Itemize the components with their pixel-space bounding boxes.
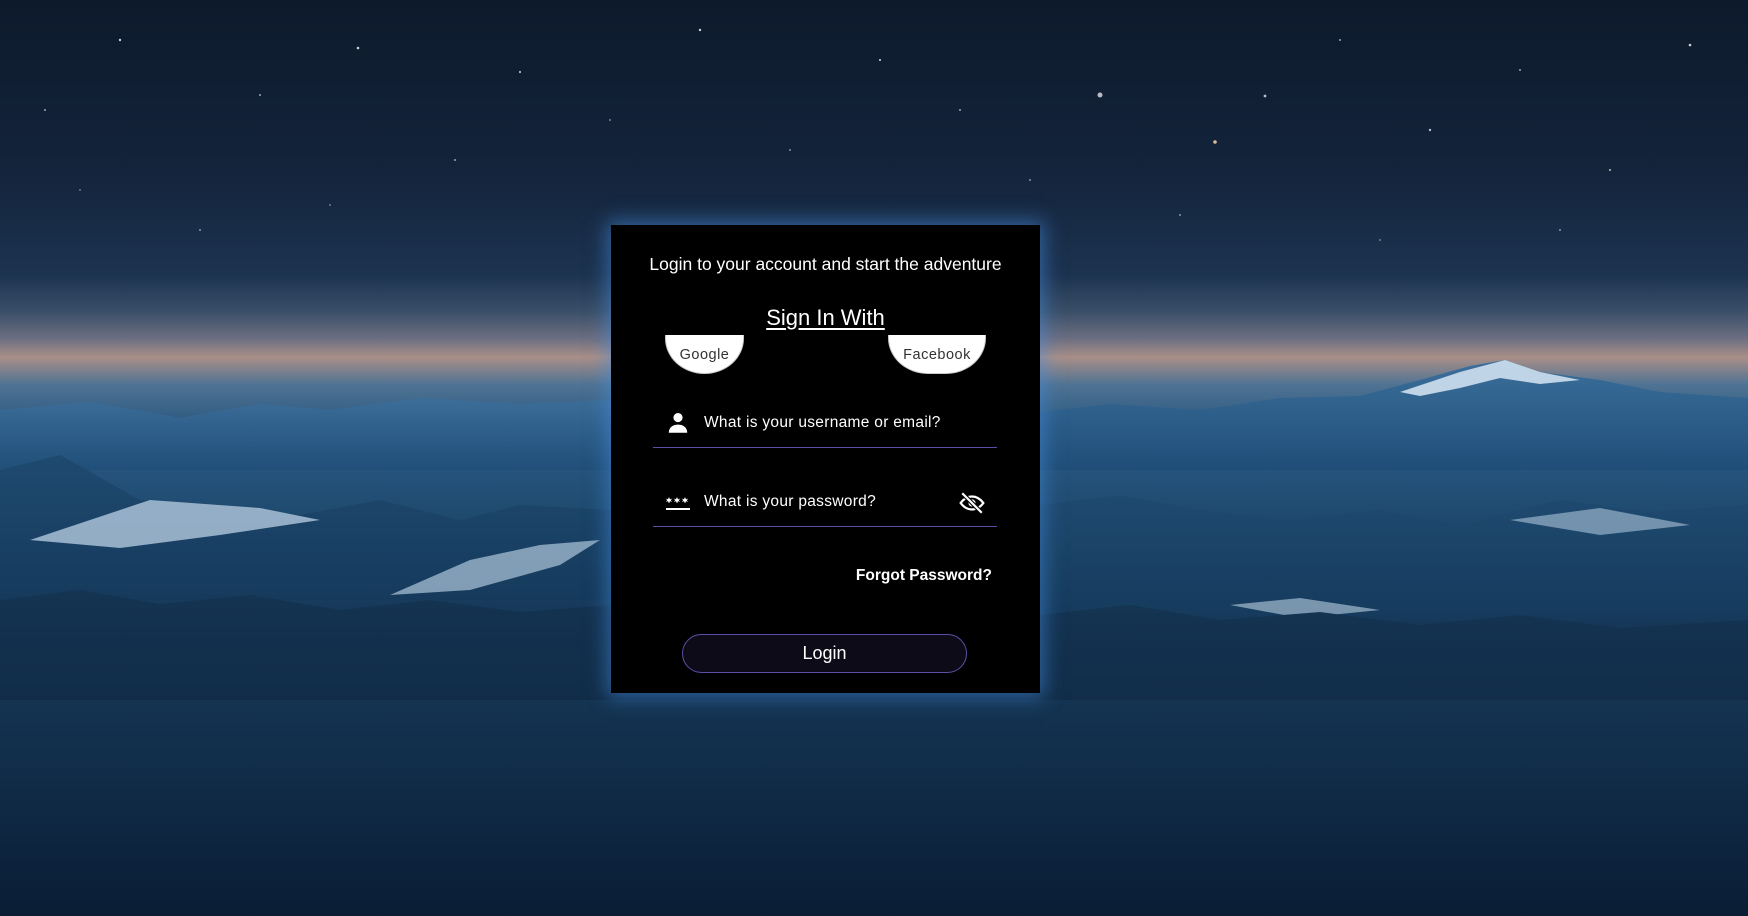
username-field — [653, 395, 997, 448]
login-button[interactable]: Login — [682, 634, 967, 673]
forgot-password-link[interactable]: Forgot Password? — [856, 567, 992, 585]
password-field — [653, 474, 997, 527]
login-card: Login to your account and start the adve… — [611, 225, 1040, 693]
login-tagline: Login to your account and start the adve… — [649, 254, 1002, 274]
person-icon — [668, 413, 688, 433]
stars — [44, 28, 1692, 241]
password-input[interactable] — [702, 486, 966, 518]
username-input[interactable] — [702, 407, 966, 439]
google-button-label: Google — [679, 347, 730, 363]
eye-off-icon[interactable] — [959, 490, 985, 516]
facebook-sign-in-button[interactable]: Facebook — [888, 335, 986, 374]
sign-in-with-label: Sign In With — [766, 305, 885, 330]
facebook-button-label: Facebook — [903, 347, 971, 363]
google-sign-in-button[interactable]: Google — [665, 335, 744, 374]
password-dots-icon — [665, 497, 690, 510]
sign-in-with-heading: Sign In With — [611, 305, 1040, 331]
